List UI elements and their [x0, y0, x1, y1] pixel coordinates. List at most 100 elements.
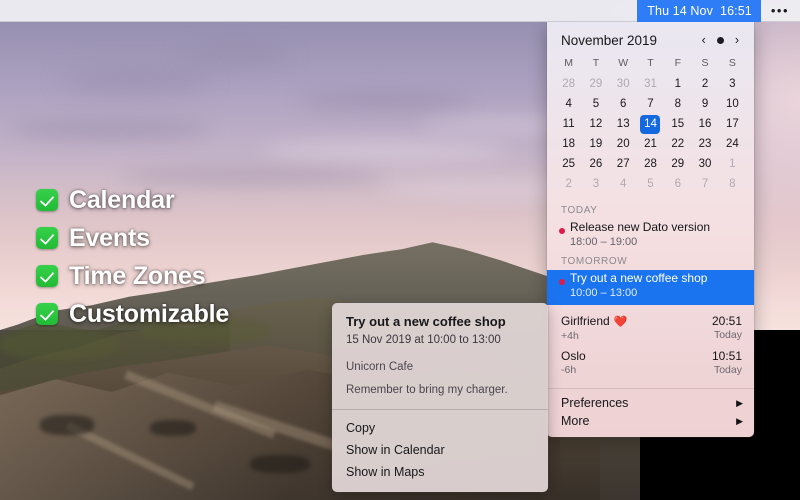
events-section-header-tomorrow: TOMORROW [547, 254, 754, 270]
weekday-header: S [719, 54, 746, 74]
check-icon [36, 227, 58, 249]
feature-label: Calendar [69, 186, 174, 215]
calendar-day[interactable]: 12 [582, 114, 609, 134]
calendar-day[interactable]: 5 [582, 94, 609, 114]
feature-list: Calendar Events Time Zones Customizable [36, 186, 229, 338]
calendar-day[interactable]: 19 [582, 134, 609, 154]
menu-item-preferences[interactable]: Preferences ▶ [547, 394, 754, 412]
events-section-header-today: TODAY [547, 203, 754, 219]
menubar-overflow-icon[interactable]: ••• [761, 0, 800, 22]
weekday-header: T [582, 54, 609, 74]
event-time: 18:00 – 19:00 [570, 235, 746, 249]
calendar-day[interactable]: 30 [610, 74, 637, 94]
calendar-day[interactable]: 2 [555, 174, 582, 194]
menubar-clock[interactable]: Thu 14 Nov 16:51 [637, 0, 761, 22]
calendar-day[interactable]: 2 [691, 74, 718, 94]
event-title: Release new Dato version [570, 220, 746, 234]
feature-item: Calendar [36, 186, 229, 214]
calendar-day[interactable]: 27 [610, 154, 637, 174]
calendar-day[interactable]: 1 [664, 74, 691, 94]
menu-item-more[interactable]: More ▶ [547, 412, 754, 430]
calendar-day[interactable]: 22 [664, 134, 691, 154]
calendar-day[interactable]: 28 [555, 74, 582, 94]
cloud [300, 92, 470, 110]
calendar-day[interactable]: 18 [555, 134, 582, 154]
calendar-day-today[interactable]: 14 [637, 114, 664, 134]
timezone-label: Girlfriend [561, 314, 610, 328]
popup-actions: Copy Show in Calendar Show in Maps [332, 410, 548, 492]
heart-icon: ❤️ [614, 316, 628, 328]
chevron-right-icon[interactable]: › [735, 34, 739, 47]
calendar-day[interactable]: 1 [719, 154, 746, 174]
calendar-day[interactable]: 16 [691, 114, 718, 134]
calendar-day[interactable]: 25 [555, 154, 582, 174]
calendar-day[interactable]: 10 [719, 94, 746, 114]
calendar-day[interactable]: 13 [610, 114, 637, 134]
calendar-grid: M T W T F S S 28 29 30 31 1 2 3 4 5 6 7 … [547, 54, 754, 198]
calendar-navigation: ‹ › [702, 34, 742, 47]
chevron-left-icon[interactable]: ‹ [702, 34, 706, 47]
calendar-day[interactable]: 4 [610, 174, 637, 194]
calendar-day[interactable]: 28 [637, 154, 664, 174]
timezone-time: 10:51 [712, 349, 742, 364]
calendar-day[interactable]: 3 [582, 174, 609, 194]
calendar-day[interactable]: 15 [664, 114, 691, 134]
panel-menu: Preferences ▶ More ▶ [547, 389, 754, 437]
event-row-selected[interactable]: Try out a new coffee shop 10:00 – 13:00 [547, 270, 754, 305]
calendar-day[interactable]: 29 [582, 74, 609, 94]
event-detail-note: Remember to bring my charger. [346, 382, 536, 398]
calendar-day[interactable]: 21 [637, 134, 664, 154]
popup-action-show-in-maps[interactable]: Show in Maps [332, 461, 548, 483]
timezone-row[interactable]: Oslo -6h 10:51 Today [547, 347, 754, 381]
menu-item-label: More [561, 414, 589, 428]
today-dot-icon[interactable] [717, 37, 724, 44]
submenu-arrow-icon: ▶ [736, 416, 743, 427]
timezone-offset: -6h [561, 364, 712, 377]
timezone-clock: 10:51 Today [712, 349, 742, 377]
dato-dropdown-panel: November 2019 ‹ › M T W T F S S 28 29 30… [547, 22, 754, 437]
cloud [10, 120, 210, 140]
calendar-day[interactable]: 6 [664, 174, 691, 194]
check-icon [36, 265, 58, 287]
calendar-day[interactable]: 23 [691, 134, 718, 154]
menu-item-label: Preferences [561, 396, 628, 410]
calendar-day[interactable]: 5 [637, 174, 664, 194]
calendar-day[interactable]: 26 [582, 154, 609, 174]
feature-item: Time Zones [36, 262, 229, 290]
calendar-day[interactable]: 7 [637, 94, 664, 114]
cloud [60, 70, 210, 92]
rock-shadow [40, 415, 94, 435]
calendar-day[interactable]: 29 [664, 154, 691, 174]
calendar-day[interactable]: 24 [719, 134, 746, 154]
calendar-day[interactable]: 3 [719, 74, 746, 94]
calendar-day[interactable]: 17 [719, 114, 746, 134]
popup-action-show-in-calendar[interactable]: Show in Calendar [332, 439, 548, 461]
calendar-day[interactable]: 6 [610, 94, 637, 114]
weekday-header: W [610, 54, 637, 74]
event-detail-title: Try out a new coffee shop [346, 313, 536, 330]
calendar-day[interactable]: 8 [664, 94, 691, 114]
feature-label: Customizable [69, 300, 229, 329]
calendar-day[interactable]: 11 [555, 114, 582, 134]
calendar-day[interactable]: 9 [691, 94, 718, 114]
timezone-row[interactable]: Girlfriend❤️ +4h 20:51 Today [547, 312, 754, 347]
cloud [260, 140, 510, 162]
calendar-day[interactable]: 20 [610, 134, 637, 154]
calendar-day[interactable]: 8 [719, 174, 746, 194]
event-row[interactable]: Release new Dato version 18:00 – 19:00 [547, 219, 754, 254]
calendar-day[interactable]: 30 [691, 154, 718, 174]
calendar-day[interactable]: 31 [637, 74, 664, 94]
calendar-day[interactable]: 7 [691, 174, 718, 194]
calendar-day[interactable]: 4 [555, 94, 582, 114]
weekday-header: M [555, 54, 582, 74]
feature-label: Events [69, 224, 150, 253]
timezone-day: Today [712, 364, 742, 377]
popup-action-copy[interactable]: Copy [332, 417, 548, 439]
event-detail-body: Try out a new coffee shop 15 Nov 2019 at… [332, 303, 548, 409]
rock-shadow [250, 455, 310, 473]
feature-item: Customizable [36, 300, 229, 328]
timezones-list: Girlfriend❤️ +4h 20:51 Today Oslo -6h 10… [547, 305, 754, 387]
timezone-day: Today [712, 329, 742, 342]
submenu-arrow-icon: ▶ [736, 398, 743, 409]
event-time: 10:00 – 13:00 [570, 286, 746, 300]
